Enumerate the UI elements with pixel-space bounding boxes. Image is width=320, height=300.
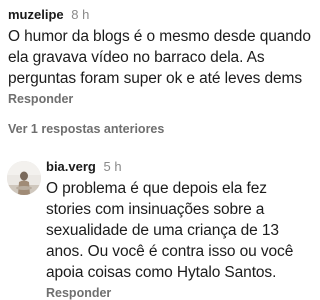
comment-username[interactable]: muzelipe xyxy=(8,7,64,22)
comment-text-line: O humor da blogs é o mesmo desde quando xyxy=(8,28,311,45)
reply-text-line: sexualidade de uma criança de 13 xyxy=(46,222,279,239)
comment-text-line: ela gravava vídeo no barraco dela. As xyxy=(8,49,265,66)
view-previous-replies-link[interactable]: Ver 1 respostas anteriores xyxy=(8,122,164,136)
reply-text-line: O problema é que depois ela fez xyxy=(46,180,267,197)
comment-text-line: perguntas foram super ok e até leves dem… xyxy=(8,70,303,87)
reply-content: bia.verg 5 h O problema é que depois ela… xyxy=(46,158,298,300)
reply-comment: bia.verg 5 h O problema é que depois ela… xyxy=(0,150,300,300)
reply-button[interactable]: Responder xyxy=(46,286,111,300)
reply-timestamp: 5 h xyxy=(103,159,122,174)
reply-text-line: apoia coisas como Hytalo Santos. xyxy=(46,264,277,281)
profile-photo-icon xyxy=(7,161,41,195)
comment-meta: muzelipe 8 h xyxy=(8,6,298,23)
comment-text: O humor da blogs é o mesmo desde quando … xyxy=(8,26,311,89)
comment-timestamp: 8 h xyxy=(71,7,90,22)
comment: muzelipe 8 h O humor da blogs é o mesmo … xyxy=(8,6,311,108)
reply-username[interactable]: bia.verg xyxy=(46,159,96,174)
reply-text: O problema é que depois ela fez stories … xyxy=(46,178,298,283)
reply-text-line: stories com insinuações sobre a xyxy=(46,201,265,218)
reply-button[interactable]: Responder xyxy=(8,92,73,106)
avatar[interactable] xyxy=(7,161,41,195)
comments-thread: muzelipe 8 h O humor da blogs é o mesmo … xyxy=(0,0,311,300)
reply-meta: bia.verg 5 h xyxy=(46,158,298,175)
reply-text-line: anos. Ou você é contra isso ou você xyxy=(46,243,294,260)
